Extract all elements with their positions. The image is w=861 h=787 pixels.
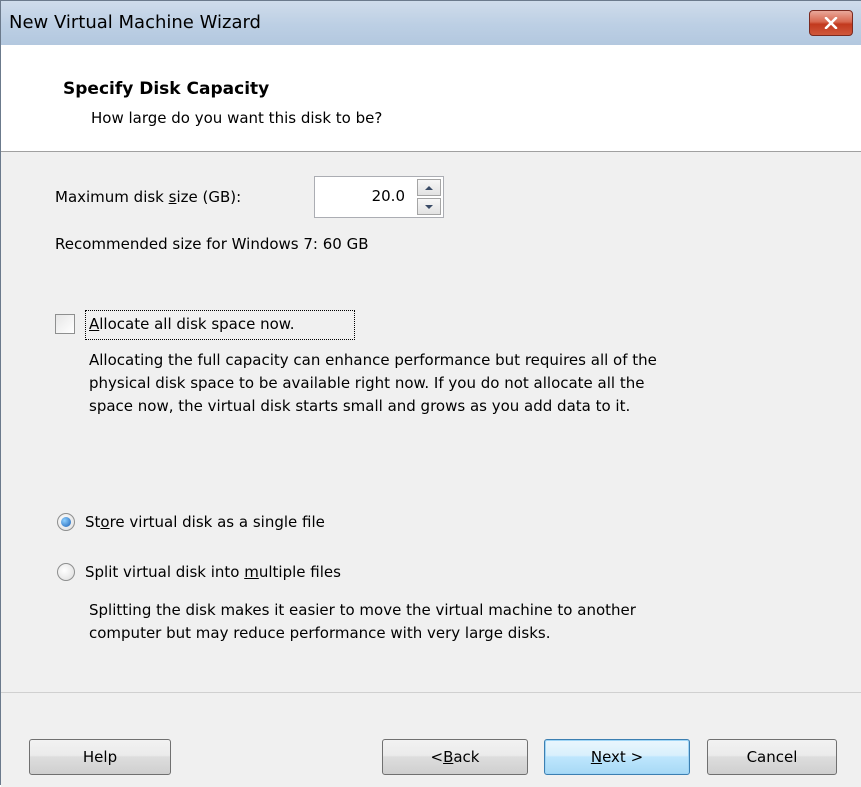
close-icon <box>824 17 838 29</box>
help-button[interactable]: Help <box>29 739 171 775</box>
arrow-up-icon <box>425 185 433 190</box>
allocate-description-line: space now, the virtual disk starts small… <box>89 397 631 415</box>
arrow-down-icon <box>425 204 433 209</box>
split-description-line: computer but may reduce performance with… <box>89 624 551 642</box>
wizard-footer: Help < Back Next > Cancel <box>1 692 861 787</box>
back-button[interactable]: < Back <box>382 739 528 775</box>
wizard-window: New Virtual Machine Wizard Specify Disk … <box>0 0 861 787</box>
allocate-description-line: Allocating the full capacity can enhance… <box>89 351 657 369</box>
allocate-all-checkbox[interactable] <box>55 314 75 334</box>
allocate-description-line: physical disk space to be available righ… <box>89 374 645 392</box>
allocate-description: Allocating the full capacity can enhance… <box>89 349 657 418</box>
wizard-header: Specify Disk Capacity How large do you w… <box>1 45 861 152</box>
split-multiple-files-label[interactable]: Split virtual disk into multiple files <box>85 563 341 581</box>
allocate-all-label[interactable]: Allocate all disk space now. <box>89 315 294 333</box>
cancel-button[interactable]: Cancel <box>707 739 837 775</box>
disk-size-label: Maximum disk size (GB): <box>55 188 242 206</box>
close-button[interactable] <box>809 10 853 36</box>
spin-up-button[interactable] <box>417 179 441 196</box>
recommended-size-text: Recommended size for Windows 7: 60 GB <box>55 235 369 253</box>
disk-size-spinner[interactable]: 20.0 <box>314 176 444 218</box>
store-single-file-label[interactable]: Store virtual disk as a single file <box>85 513 325 531</box>
split-description-line: Splitting the disk makes it easier to mo… <box>89 601 636 619</box>
window-title: New Virtual Machine Wizard <box>9 12 261 33</box>
store-single-file-radio[interactable] <box>57 513 75 531</box>
wizard-content: Maximum disk size (GB): 20.0 Recommended… <box>1 152 861 692</box>
page-subtitle: How large do you want this disk to be? <box>91 109 383 127</box>
split-multiple-files-radio[interactable] <box>57 563 75 581</box>
next-button[interactable]: Next > <box>544 739 690 775</box>
page-title: Specify Disk Capacity <box>63 79 270 99</box>
split-description: Splitting the disk makes it easier to mo… <box>89 599 636 645</box>
spinner-buttons <box>417 179 441 215</box>
disk-size-input[interactable]: 20.0 <box>372 187 405 205</box>
title-bar[interactable]: New Virtual Machine Wizard <box>1 1 861 46</box>
spin-down-button[interactable] <box>417 198 441 215</box>
